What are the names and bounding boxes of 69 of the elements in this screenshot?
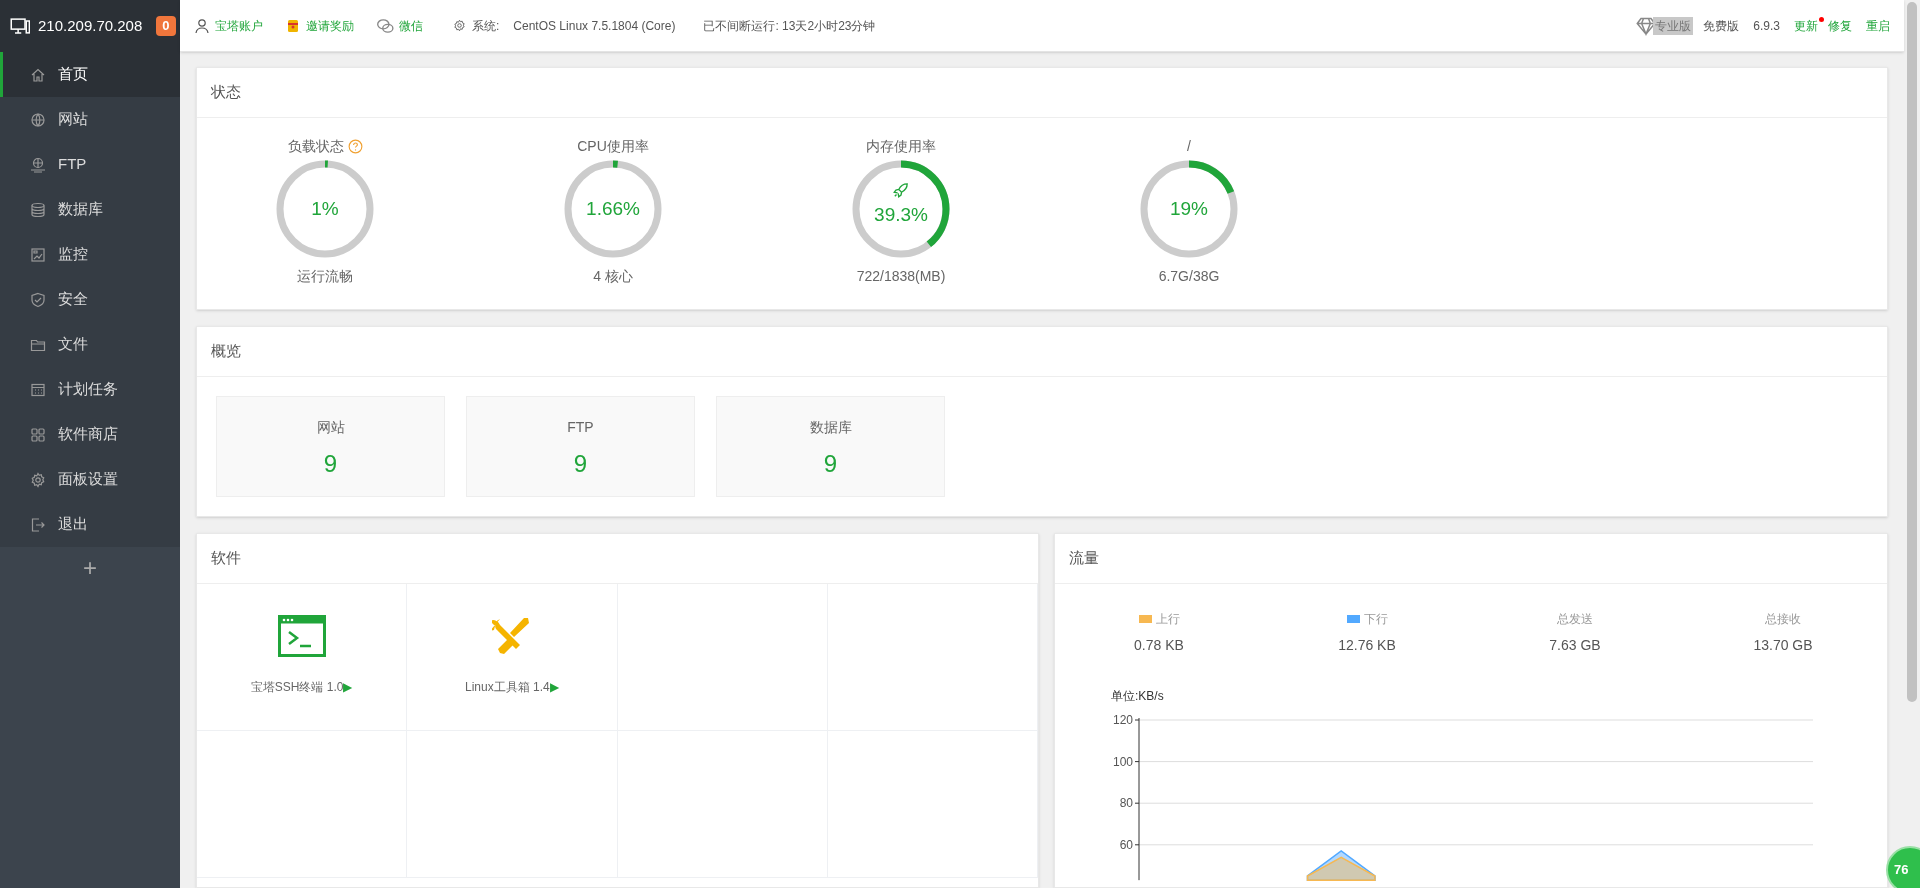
card-count: 9	[323, 449, 338, 479]
top-action-link[interactable]: 修复	[1828, 16, 1852, 35]
axis-unit-label: 单位:KB/s	[1111, 689, 1164, 703]
sidebar-item[interactable]: 监控	[0, 232, 180, 277]
system-value: CentOS Linux 7.5.1804 (Core)	[513, 17, 676, 35]
card-count: 9	[573, 449, 588, 479]
add-button[interactable]: +	[0, 547, 180, 589]
card-label: 网站	[316, 418, 345, 437]
gauge-label: CPU使用率	[577, 136, 649, 156]
panel-title: 流量	[1055, 534, 1887, 584]
traffic-stat-label: 总发送	[1557, 611, 1593, 628]
gauge-label: /	[1187, 136, 1191, 156]
overview-card[interactable]: 网站 9	[216, 396, 445, 497]
top-action-link[interactable]: 重启	[1866, 16, 1890, 35]
overview-card[interactable]: 数据库 9	[716, 396, 945, 497]
alert-count-badge: 0	[156, 16, 176, 36]
gauge-value: 1%	[311, 196, 339, 221]
gauge-caption: 运行流畅	[297, 267, 353, 286]
sidebar-item[interactable]: 网站	[0, 97, 180, 142]
sidebar-item[interactable]: 安全	[0, 277, 180, 322]
system-label: 系统:	[472, 17, 500, 35]
sidebar-item[interactable]: 软件商店	[0, 412, 180, 457]
panel-title: 软件	[197, 534, 1038, 584]
traffic-stat-value: 0.78 KB	[1134, 636, 1184, 655]
gauge-value: 1.66%	[586, 196, 640, 221]
play-arrow-icon[interactable]: ▶	[343, 678, 353, 696]
software-name: Linux工具箱 1.4	[465, 679, 550, 696]
top-link[interactable]: 邀请奖励	[285, 16, 354, 35]
y-tick-label: 120	[1112, 713, 1133, 727]
gauge-caption: 6.7G/38G	[1158, 267, 1220, 286]
top-action-link[interactable]: 更新	[1794, 16, 1818, 35]
uptime-text: 已不间断运行: 13天2小时23分钟	[703, 17, 876, 35]
traffic-stat-label: 下行	[1363, 611, 1388, 628]
y-tick-label: 80	[1119, 796, 1133, 811]
server-ip: 210.209.70.208	[38, 15, 143, 36]
traffic-stat-value: 13.70 GB	[1753, 636, 1813, 655]
sidebar-item[interactable]: 数据库	[0, 187, 180, 232]
gauge-caption: 722/1838(MB)	[856, 267, 946, 286]
edition-label: 免费版	[1703, 17, 1740, 35]
card-label: 数据库	[809, 418, 852, 437]
sidebar-item[interactable]: 退出	[0, 502, 180, 547]
gauge-value: 19%	[1170, 196, 1208, 221]
gauge-label: 内存使用率	[866, 136, 936, 156]
traffic-stat-value: 12.76 KB	[1338, 636, 1396, 655]
software-name: 宝塔SSH终端 1.0	[250, 679, 344, 696]
top-link[interactable]: 微信	[376, 16, 423, 35]
sidebar-item[interactable]: 面板设置	[0, 457, 180, 502]
play-arrow-icon[interactable]: ▶	[549, 678, 559, 696]
overview-card[interactable]: FTP 9	[466, 396, 695, 497]
panel-title: 概览	[197, 327, 1887, 377]
traffic-stat-label: 上行	[1155, 611, 1180, 628]
software-tile[interactable]: Linux工具箱 1.4▶	[407, 584, 618, 731]
y-tick-label: 100	[1112, 754, 1133, 769]
top-link[interactable]: 宝塔账户	[194, 16, 263, 35]
y-tick-label: 60	[1119, 837, 1133, 852]
sidebar-item[interactable]: FTP	[0, 142, 180, 187]
sidebar-item[interactable]: 文件	[0, 322, 180, 367]
gauge-value: 39.3%	[874, 202, 928, 227]
traffic-stat-value: 7.63 GB	[1549, 636, 1601, 655]
gauge-caption: 4 核心	[593, 267, 633, 286]
software-tile[interactable]: 宝塔SSH终端 1.0▶	[197, 584, 408, 731]
sidebar-item[interactable]: 计划任务	[0, 367, 180, 412]
version-label: 6.9.3	[1753, 17, 1780, 35]
sidebar-item[interactable]: 首页	[0, 52, 180, 97]
panel-title: 状态	[197, 68, 1887, 118]
traffic-stat-label: 总接收	[1765, 611, 1801, 628]
card-label: FTP	[567, 418, 594, 437]
card-count: 9	[823, 449, 838, 479]
gauge-label: 负载状态	[287, 136, 344, 156]
